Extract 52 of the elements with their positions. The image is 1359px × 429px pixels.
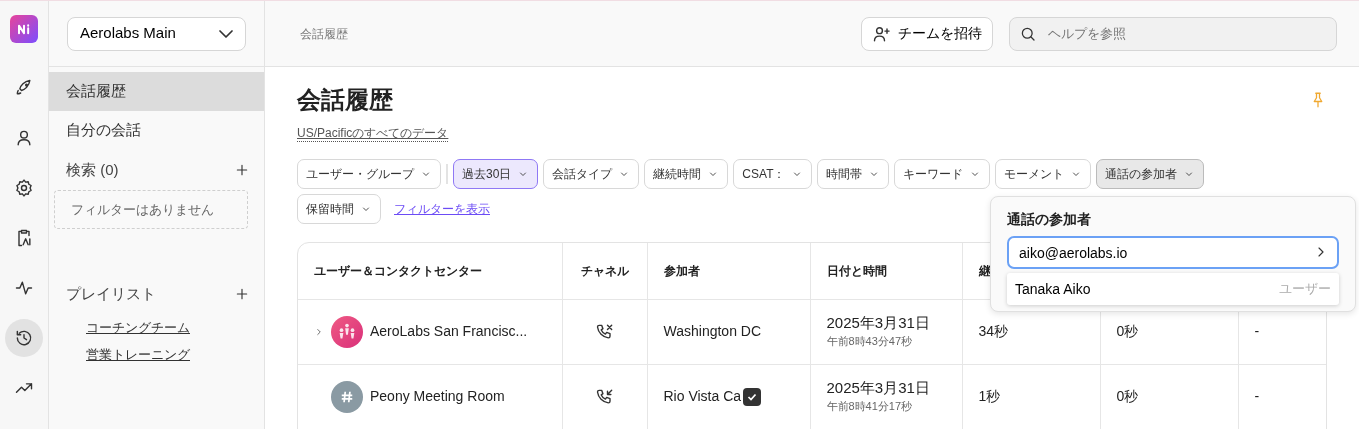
- table-cell: -: [1254, 323, 1260, 339]
- playlist-item[interactable]: コーチングチーム: [49, 313, 264, 341]
- sidebar-item[interactable]: 自分の会話: [49, 110, 264, 149]
- filter-chip[interactable]: 継続時間: [644, 159, 729, 189]
- popover-title: 通話の参加者: [1007, 210, 1092, 229]
- table-cell: 34秒: [978, 323, 1009, 339]
- playlist-item[interactable]: 営業トレーニング: [49, 341, 264, 369]
- filter-chip[interactable]: 時間帯: [817, 159, 890, 189]
- filter-chip[interactable]: キーワード: [894, 159, 991, 189]
- show-filters-link[interactable]: フィルターを表示: [394, 200, 490, 218]
- rail-button[interactable]: [5, 319, 43, 357]
- app-logo[interactable]: [10, 15, 38, 43]
- history-icon: [14, 328, 34, 348]
- filter-chip[interactable]: ユーザー・グループ: [297, 159, 441, 189]
- filter-chip[interactable]: モーメント: [995, 159, 1092, 189]
- contact-name: AeroLabs San Francisc...: [370, 322, 528, 341]
- breadcrumb: 会話履歴: [300, 25, 348, 43]
- table-cell: 0秒: [1116, 388, 1139, 404]
- filter-chip[interactable]: 会話タイプ: [543, 159, 640, 189]
- participant-search-field[interactable]: aiko@aerolabs.io: [1007, 236, 1339, 269]
- call-time: 午前8時43分47秒: [826, 334, 914, 350]
- empty-filter-box: フィルターはありません: [54, 189, 248, 229]
- participant-name: Rio Vista Ca: [663, 387, 742, 406]
- section-title: プレイリスト: [66, 284, 156, 304]
- column-header: 継: [978, 263, 991, 278]
- call-time: 午前8時41分17秒: [826, 399, 914, 415]
- column-header: チャネル: [580, 263, 629, 278]
- column-header: 参加者: [663, 263, 700, 278]
- call-date: 2025年3月31日: [826, 378, 931, 399]
- contact-name: Peony Meeting Room: [370, 387, 505, 406]
- suggestion-item[interactable]: Tanaka Aiko ユーザー: [1007, 273, 1339, 305]
- filter-chip[interactable]: CSAT：: [733, 159, 813, 189]
- filter-chip[interactable]: 通話の参加者: [1096, 159, 1205, 189]
- table-cell: 1秒: [978, 388, 1001, 404]
- settings-icon: [14, 178, 34, 198]
- page-title: 会話履歴: [297, 85, 393, 115]
- column-header: 日付と時間: [826, 263, 887, 278]
- workspace-dropdown[interactable]: Aerolabs Main: [67, 16, 246, 51]
- help-search-field[interactable]: ヘルプを参照: [1009, 16, 1337, 51]
- table-cell: 0秒: [1116, 323, 1139, 339]
- column-header: ユーザー＆コンタクトセンター: [314, 263, 482, 278]
- chevron-down-icon: [219, 29, 233, 38]
- filter-chip[interactable]: 保留時間: [297, 194, 381, 224]
- pulse-icon: [14, 278, 34, 298]
- filter-chip[interactable]: 過去30日: [453, 159, 539, 189]
- call-date: 2025年3月31日: [826, 313, 931, 334]
- section-title: 検索 (0): [66, 160, 119, 180]
- timezone-link[interactable]: US/Pacificのすべてのデータ: [297, 125, 449, 142]
- sidebar-item[interactable]: 会話履歴: [49, 72, 264, 111]
- participant-name: Washington DC: [663, 322, 762, 341]
- invite-button[interactable]: チームを招待: [861, 16, 993, 51]
- table-cell: -: [1254, 388, 1260, 404]
